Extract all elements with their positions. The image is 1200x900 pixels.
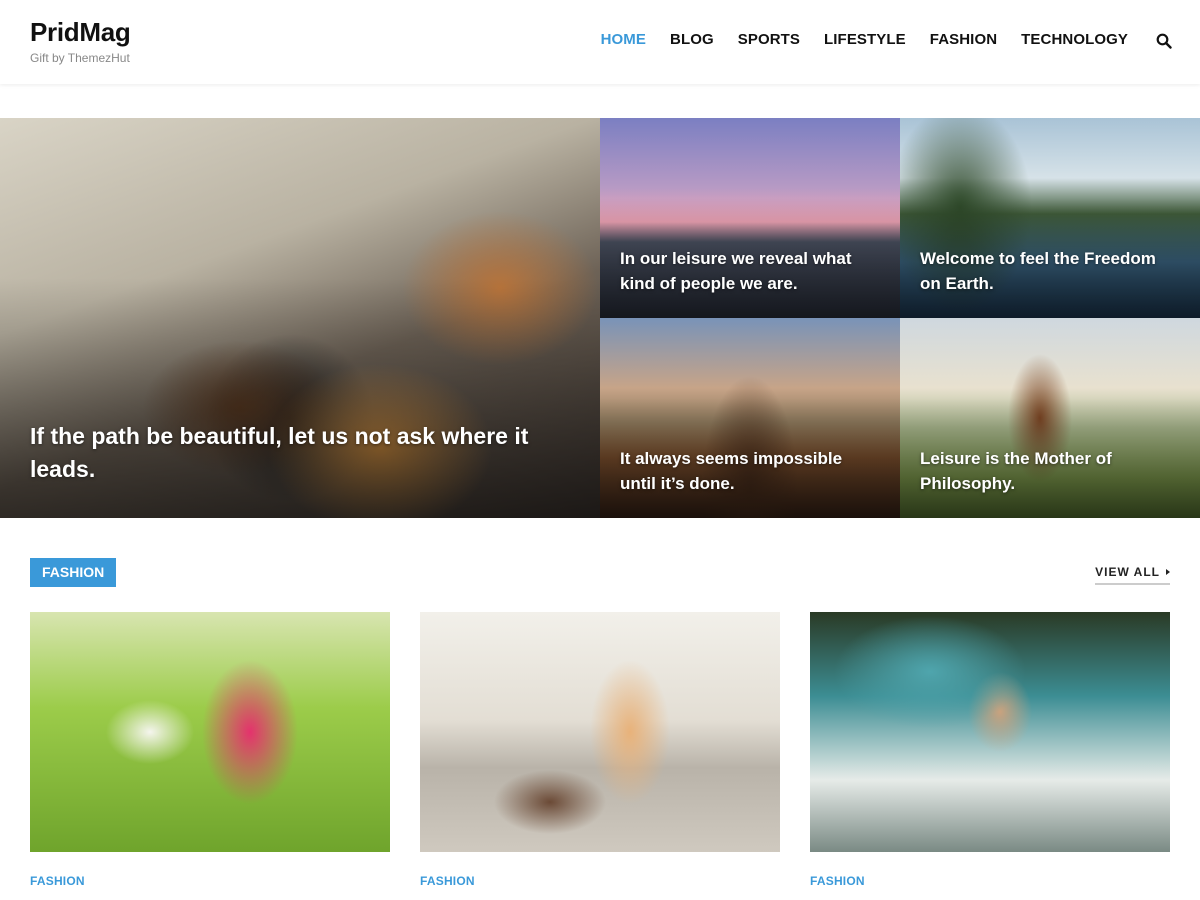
main-navigation: HOME BLOG SPORTS LIFESTYLE FASHION TECHN… [601,30,1128,50]
featured-post-title[interactable]: Welcome to feel the Freedom on Earth. [920,246,1170,296]
post-card: FASHION [30,612,390,890]
featured-post-title[interactable]: If the path be beautiful, let us not ask… [30,420,540,486]
post-category-link[interactable]: FASHION [420,874,475,888]
featured-post-small[interactable]: It always seems impossible until it’s do… [600,318,900,518]
post-thumbnail[interactable] [30,612,390,852]
site-branding: PridMag Gift by ThemezHut [30,17,131,65]
nav-item-sports[interactable]: SPORTS [738,30,800,50]
featured-post-title[interactable]: Leisure is the Mother of Philosophy. [920,446,1170,496]
search-button[interactable] [1156,33,1172,49]
post-card: FASHION [420,612,780,890]
featured-post-small[interactable]: Leisure is the Mother of Philosophy. [900,318,1200,518]
site-header: PridMag Gift by ThemezHut HOME BLOG SPOR… [0,0,1200,84]
post-category-link[interactable]: FASHION [30,874,85,888]
featured-post-small[interactable]: In our leisure we reveal what kind of pe… [600,118,900,318]
caret-right-icon [1166,569,1170,575]
site-tagline: Gift by ThemezHut [30,51,130,65]
search-icon [1156,33,1172,49]
section-title-fashion: FASHION [30,558,117,587]
nav-item-technology[interactable]: TECHNOLOGY [1021,30,1128,50]
site-title[interactable]: PridMag [30,17,131,47]
nav-item-lifestyle[interactable]: LIFESTYLE [824,30,906,50]
post-category-link[interactable]: FASHION [810,874,865,888]
post-thumbnail[interactable] [810,612,1170,852]
view-all-link[interactable]: VIEW ALL [1095,565,1170,585]
featured-posts-grid: If the path be beautiful, let us not ask… [0,118,1200,518]
view-all-label: VIEW ALL [1095,565,1160,579]
nav-item-home[interactable]: HOME [601,30,646,50]
nav-item-blog[interactable]: BLOG [670,30,714,50]
featured-post-small[interactable]: Welcome to feel the Freedom on Earth. [900,118,1200,318]
featured-post-main[interactable]: If the path be beautiful, let us not ask… [0,118,600,518]
featured-post-title[interactable]: It always seems impossible until it’s do… [620,446,870,496]
post-thumbnail[interactable] [420,612,780,852]
featured-post-title[interactable]: In our leisure we reveal what kind of pe… [620,246,870,296]
post-card: FASHION [810,612,1170,890]
nav-item-fashion[interactable]: FASHION [930,30,997,50]
